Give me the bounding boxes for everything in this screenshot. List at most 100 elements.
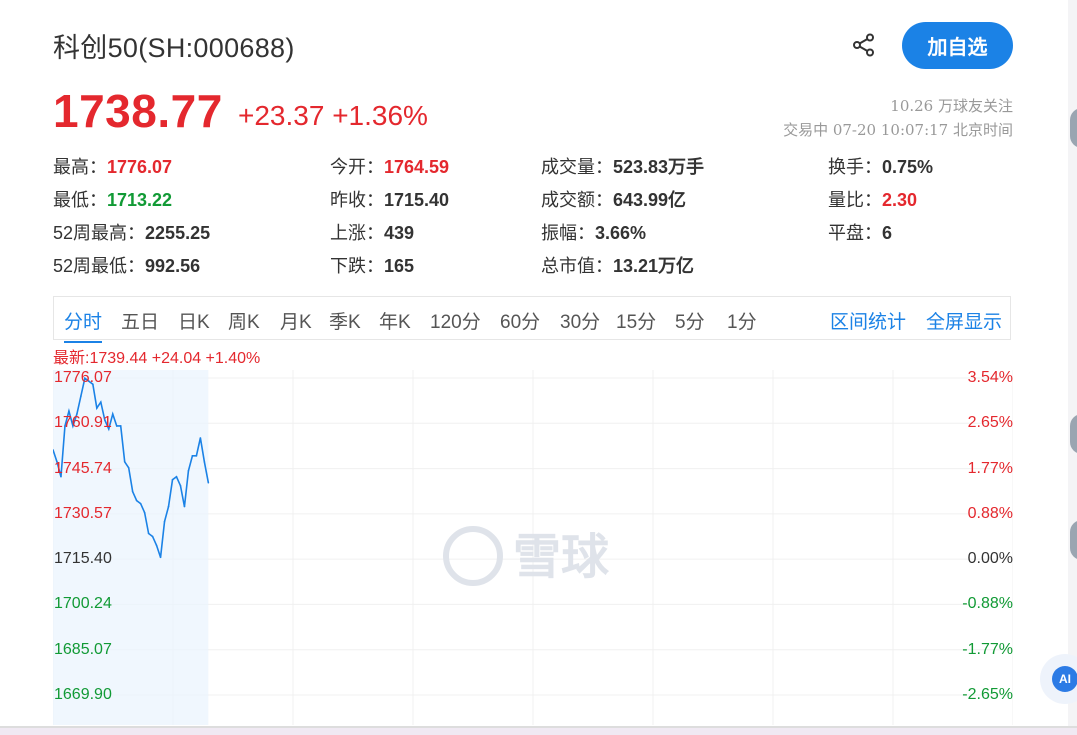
price-point xyxy=(159,556,162,559)
tab-period[interactable]: 60分 xyxy=(500,307,540,334)
tab-period[interactable]: 30分 xyxy=(560,307,600,334)
quote-value: 992.56 xyxy=(145,256,201,276)
tab-period[interactable]: 分时 xyxy=(64,307,103,343)
price-point xyxy=(199,437,202,439)
quote-label: 最高： xyxy=(53,157,107,177)
price-point xyxy=(187,469,190,472)
watermark-icon xyxy=(443,526,503,586)
quote-item: 量比：2.30 xyxy=(828,186,917,212)
tab-period[interactable]: 周K xyxy=(228,307,260,334)
quote-item: 最高：1776.07 xyxy=(53,153,172,179)
quote-item: 昨收：1715.40 xyxy=(330,186,449,212)
y-tick-percent: -0.88% xyxy=(962,595,1013,613)
price-point xyxy=(203,461,206,463)
tab-period[interactable]: 季K xyxy=(329,307,361,334)
quote-label: 成交额： xyxy=(541,190,613,210)
quote-label: 换手： xyxy=(828,157,882,177)
y-tick-label: 1685.07 xyxy=(54,640,112,658)
price-point xyxy=(119,425,122,427)
quote-label: 上涨： xyxy=(330,223,384,243)
tab-period[interactable]: 5分 xyxy=(675,307,705,334)
bottom-strip xyxy=(0,728,1077,735)
quote-value: 2255.25 xyxy=(145,223,211,243)
change-percent: +1.36% xyxy=(332,100,428,131)
tab-period[interactable]: 1分 xyxy=(727,307,757,334)
quote-value: 6 xyxy=(882,223,893,243)
tab-period[interactable]: 年K xyxy=(379,307,411,334)
quote-item: 最低：1713.22 xyxy=(53,186,172,212)
edge-avatar[interactable] xyxy=(1070,414,1077,454)
y-tick-label: 1669.90 xyxy=(54,686,112,703)
price-point xyxy=(123,461,126,463)
quote-label: 今开： xyxy=(330,157,384,177)
quote-value: 1715.40 xyxy=(384,190,450,210)
edge-avatar[interactable] xyxy=(1070,108,1077,148)
quote-value: 1713.22 xyxy=(107,190,173,210)
y-tick-percent: -1.77% xyxy=(962,640,1013,658)
quote-item: 换手：0.75% xyxy=(828,153,933,179)
price-change: +23.37 +1.36% xyxy=(238,100,428,132)
quote-value: 523.83万手 xyxy=(613,157,705,177)
y-tick-label: 1730.57 xyxy=(54,504,112,522)
quote-label: 52周最高： xyxy=(53,223,146,243)
price-point xyxy=(155,544,158,547)
quote-item: 52周最高：2255.25 xyxy=(53,219,210,245)
followers-count: 10.26 万球友关注 xyxy=(890,97,1013,115)
quote-value: 13.21万亿 xyxy=(613,256,695,276)
price-point xyxy=(80,395,82,397)
quote-value: 1776.07 xyxy=(107,157,173,177)
tab-period[interactable]: 15分 xyxy=(616,307,656,334)
ai-icon: AI xyxy=(1052,666,1077,692)
quote-label: 昨收： xyxy=(330,190,384,210)
current-price: 1738.77 xyxy=(53,85,223,137)
quote-item: 平盘：6 xyxy=(828,219,892,245)
fullscreen-link[interactable]: 全屏显示 xyxy=(926,307,1002,334)
price-point xyxy=(131,490,134,493)
edge-avatar[interactable] xyxy=(1070,520,1077,560)
price-point xyxy=(115,425,118,427)
quote-label: 52周最低： xyxy=(53,256,146,276)
y-tick-label: 1700.24 xyxy=(54,595,112,613)
quote-item: 52周最低：992.56 xyxy=(53,252,200,278)
price-point xyxy=(167,505,170,508)
share-icon[interactable] xyxy=(851,32,877,58)
tab-period[interactable]: 120分 xyxy=(430,307,481,334)
chart-period-tabs: 分时 五日 日K 周K 月K 季K 年K 120分 60分 30分 15分 5分 1分 区间统计 全屏显… xyxy=(53,296,1011,343)
add-watchlist-button[interactable]: 加自选 xyxy=(902,22,1013,69)
price-point xyxy=(179,484,182,487)
price-point xyxy=(135,499,138,502)
y-tick-label: 1745.74 xyxy=(54,459,112,477)
quote-value: 165 xyxy=(384,256,415,276)
quote-value: 0.75% xyxy=(882,157,934,177)
price-point xyxy=(151,535,154,538)
tab-period[interactable]: 月K xyxy=(280,307,312,334)
price-point xyxy=(207,481,210,484)
tab-period[interactable]: 日K xyxy=(178,307,210,334)
quote-item: 下跌：165 xyxy=(330,252,414,278)
intraday-chart[interactable]: 雪球 xyxy=(53,370,1013,725)
quote-item: 总市值：13.21万亿 xyxy=(541,252,694,278)
quote-label: 总市值： xyxy=(541,256,613,276)
y-tick-percent: -2.65% xyxy=(962,686,1013,703)
quote-item: 成交额：643.99亿 xyxy=(541,186,686,212)
y-tick-percent: 2.65% xyxy=(967,414,1013,432)
price-point xyxy=(183,505,186,508)
quote-item: 成交量：523.83万手 xyxy=(541,153,704,179)
y-tick-percent: 1.77% xyxy=(967,459,1013,477)
range-stats-link[interactable]: 区间统计 xyxy=(830,307,906,334)
quote-label: 成交量： xyxy=(541,157,613,177)
price-point xyxy=(96,407,98,409)
price-point xyxy=(100,401,102,403)
price-point xyxy=(175,475,178,478)
watermark-logo: 雪球 xyxy=(443,526,610,586)
quote-value: 2.30 xyxy=(882,190,918,210)
quote-label: 平盘： xyxy=(828,223,882,243)
page-title: 科创50(SH:000688) xyxy=(53,33,295,63)
ai-assistant-button[interactable]: AI xyxy=(1040,654,1077,704)
quote-item: 振幅：3.66% xyxy=(541,219,646,245)
tab-period[interactable]: 五日 xyxy=(121,307,159,334)
price-point xyxy=(163,520,166,523)
price-point xyxy=(68,410,70,412)
quote-value: 3.66% xyxy=(595,223,647,243)
price-point xyxy=(147,532,150,535)
